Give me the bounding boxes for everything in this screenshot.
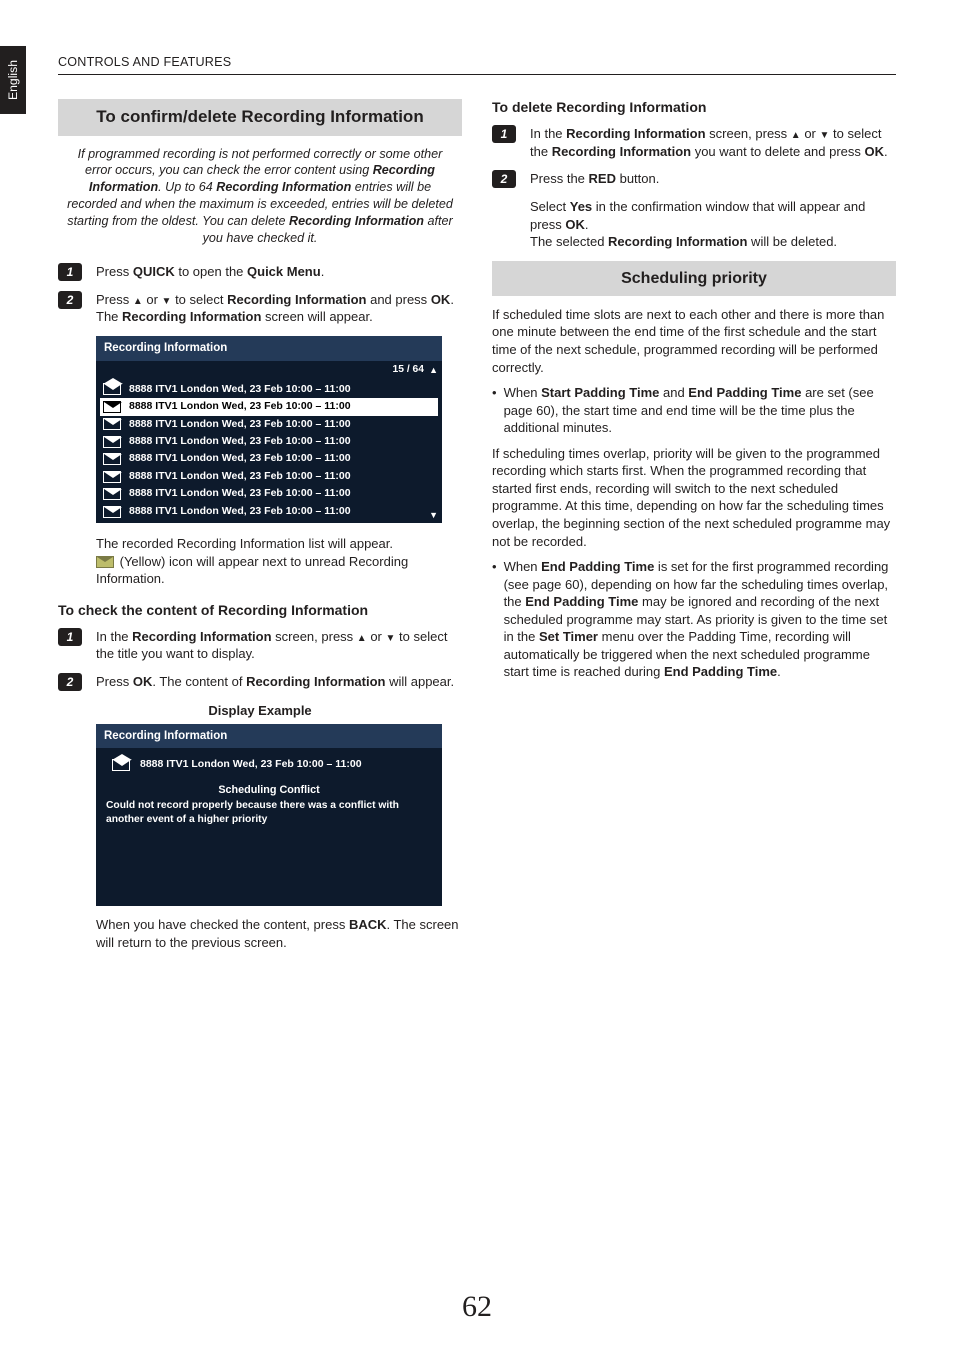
recording-info-list-screenshot: Recording Information 15 / 64 ▲ ▼ 8888 I…	[96, 336, 442, 523]
recording-info-row-text: 8888 ITV1 London Wed, 23 Feb 10:00 – 11:…	[129, 505, 351, 518]
recording-info-row: 8888 ITV1 London Wed, 23 Feb 10:00 – 11:…	[100, 381, 438, 398]
screen-title: Recording Information	[96, 336, 442, 361]
bullet-icon: •	[492, 384, 497, 437]
language-tab: English	[0, 46, 26, 114]
recording-info-row: 8888 ITV1 London Wed, 23 Feb 10:00 – 11:…	[100, 433, 438, 450]
recording-info-row-text: 8888 ITV1 London Wed, 23 Feb 10:00 – 11:…	[129, 487, 351, 500]
delete-step-2: 2 Press the RED button.	[492, 170, 896, 188]
step-number-icon: 1	[492, 125, 516, 143]
recording-info-row: 8888 ITV1 London Wed, 23 Feb 10:00 – 11:…	[100, 485, 438, 502]
priority-para-2: If scheduling times overlap, priority wi…	[492, 445, 896, 550]
subheading-check-content: To check the content of Recording Inform…	[58, 602, 462, 620]
recording-info-row: 8888 ITV1 London Wed, 23 Feb 10:00 – 11:…	[100, 416, 438, 433]
check-step-2: 2 Press OK. The content of Recording Inf…	[58, 673, 462, 691]
envelope-yellow-icon	[96, 556, 114, 568]
step-number-icon: 2	[58, 673, 82, 691]
display-example-label: Display Example	[58, 703, 462, 720]
step-number-icon: 2	[492, 170, 516, 188]
scroll-down-arrow-icon: ▼	[429, 510, 438, 522]
step-1: 1 Press QUICK to open the Quick Menu.	[58, 263, 462, 281]
priority-bullet-1: • When Start Padding Time and End Paddin…	[492, 384, 896, 437]
envelope-icon	[103, 488, 121, 500]
envelope-open-icon	[112, 759, 130, 771]
scroll-up-arrow-icon: ▲	[429, 365, 438, 377]
step-number-icon: 1	[58, 628, 82, 646]
intro-text: If programmed recording is not performed…	[58, 146, 462, 257]
recording-info-row: 8888 ITV1 London Wed, 23 Feb 10:00 – 11:…	[100, 503, 438, 520]
recording-info-row: 8888 ITV1 London Wed, 23 Feb 10:00 – 11:…	[100, 450, 438, 467]
section-header: CONTROLS AND FEATURES	[58, 54, 896, 70]
recording-info-row-text: 8888 ITV1 London Wed, 23 Feb 10:00 – 11:…	[129, 383, 351, 396]
recording-info-row-text: 8888 ITV1 London Wed, 23 Feb 10:00 – 11:…	[129, 400, 351, 413]
recording-info-row-text: 8888 ITV1 London Wed, 23 Feb 10:00 – 11:…	[129, 470, 351, 483]
down-arrow-icon	[820, 126, 830, 141]
header-rule	[58, 74, 896, 75]
envelope-icon	[103, 418, 121, 430]
page-number: 62	[0, 1288, 954, 1326]
down-arrow-icon	[386, 629, 396, 644]
subheading-delete: To delete Recording Information	[492, 99, 896, 117]
priority-para-1: If scheduled time slots are next to each…	[492, 306, 896, 376]
bullet-icon: •	[492, 558, 497, 681]
after-detail-text: When you have checked the content, press…	[96, 916, 462, 951]
after-list-text: The recorded Recording Information list …	[96, 535, 462, 588]
envelope-icon	[103, 471, 121, 483]
envelope-icon	[103, 436, 121, 448]
envelope-icon	[103, 453, 121, 465]
priority-bullet-2: • When End Padding Time is set for the f…	[492, 558, 896, 681]
up-arrow-icon	[357, 629, 367, 644]
recording-info-detail-screenshot: Recording Information 8888 ITV1 London W…	[96, 724, 442, 907]
envelope-icon	[103, 401, 121, 413]
delete-after-text: Select Yes in the confirmation window th…	[530, 198, 896, 251]
envelope-open-icon	[103, 383, 121, 395]
left-column: To confirm/delete Recording Information …	[58, 93, 462, 961]
step-2: 2 Press or to select Recording Informati…	[58, 291, 462, 326]
step-number-icon: 1	[58, 263, 82, 281]
step-number-icon: 2	[58, 291, 82, 309]
up-arrow-icon	[791, 126, 801, 141]
right-column: To delete Recording Information 1 In the…	[492, 93, 896, 961]
check-step-1: 1 In the Recording Information screen, p…	[58, 628, 462, 663]
screen-counter: 15 / 64	[96, 361, 442, 378]
screen-title: Recording Information	[96, 724, 442, 749]
recording-info-row: 8888 ITV1 London Wed, 23 Feb 10:00 – 11:…	[100, 468, 438, 485]
up-arrow-icon	[133, 292, 143, 307]
down-arrow-icon	[162, 292, 172, 307]
recording-info-row-text: 8888 ITV1 London Wed, 23 Feb 10:00 – 11:…	[129, 452, 351, 465]
section-title-confirm-delete: To confirm/delete Recording Information	[58, 99, 462, 135]
envelope-icon	[103, 506, 121, 518]
section-title-scheduling-priority: Scheduling priority	[492, 261, 896, 296]
recording-info-row-text: 8888 ITV1 London Wed, 23 Feb 10:00 – 11:…	[129, 435, 351, 448]
delete-step-1: 1 In the Recording Information screen, p…	[492, 125, 896, 160]
recording-info-row: 8888 ITV1 London Wed, 23 Feb 10:00 – 11:…	[100, 398, 438, 415]
recording-info-row-text: 8888 ITV1 London Wed, 23 Feb 10:00 – 11:…	[129, 418, 351, 431]
